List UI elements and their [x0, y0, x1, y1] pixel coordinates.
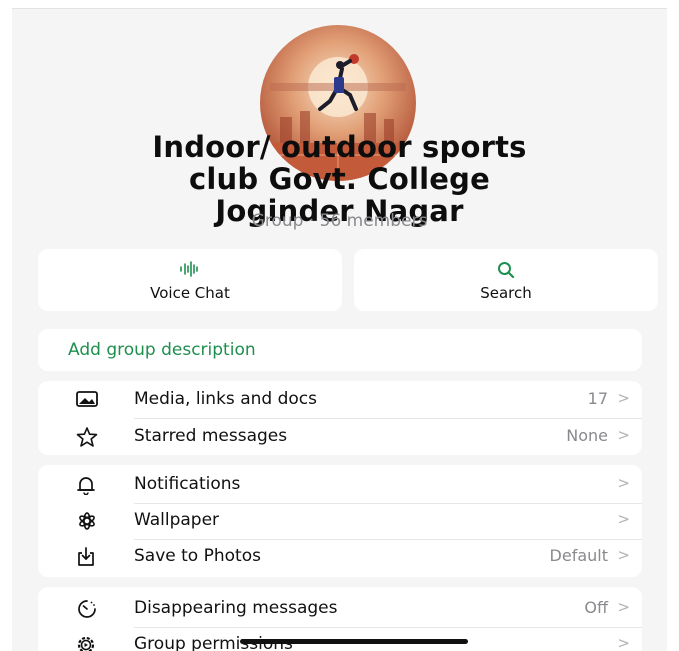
list-item-value: 17 — [587, 389, 608, 408]
chevron-right-icon: > — [617, 634, 630, 651]
voice-chat-label: Voice Chat — [150, 284, 230, 302]
chevron-right-icon: > — [617, 598, 630, 616]
home-indicator[interactable] — [240, 639, 468, 644]
wallpaper-flower-icon — [76, 511, 98, 531]
chevron-right-icon: > — [617, 389, 630, 407]
list-item-label: Save to Photos — [134, 546, 261, 566]
group-title-line: Indoor/ outdoor sports — [152, 130, 527, 164]
star-icon — [76, 427, 98, 447]
media-icon — [76, 390, 98, 410]
voice-chat-button[interactable]: Voice Chat — [38, 249, 342, 311]
timer-icon — [76, 599, 98, 619]
search-button[interactable]: Search — [354, 249, 658, 311]
save-download-icon — [76, 547, 98, 567]
add-description-button[interactable]: Add group description — [38, 329, 642, 371]
list-item-disappearing-messages[interactable]: Disappearing messages Off > — [38, 591, 642, 627]
list-item-starred[interactable]: Starred messages None > — [38, 419, 642, 455]
list-item-value: Off — [584, 598, 608, 617]
chevron-right-icon: > — [617, 426, 630, 444]
chevron-right-icon: > — [617, 510, 630, 528]
list-item-save-to-photos[interactable]: Save to Photos Default > — [38, 539, 642, 575]
list-item-label: Notifications — [134, 474, 241, 494]
list-item-media[interactable]: Media, links and docs 17 > — [38, 382, 642, 418]
bell-icon — [76, 475, 98, 496]
list-item-wallpaper[interactable]: Wallpaper > — [38, 503, 642, 539]
list-item-value: Default — [549, 546, 608, 565]
search-label: Search — [480, 284, 532, 302]
media-section: Media, links and docs 17 > Starred messa… — [38, 381, 642, 455]
voice-wave-icon — [38, 261, 342, 279]
group-info-screen: Indoor/ outdoor sports club Govt. Colleg… — [12, 8, 667, 651]
group-title-line: club Govt. College — [188, 162, 491, 196]
group-subtitle: Group · 56 members — [251, 211, 428, 231]
list-item-notifications[interactable]: Notifications > — [38, 467, 642, 503]
list-item-label: Starred messages — [134, 426, 288, 446]
search-icon — [354, 261, 658, 279]
settings-section: Notifications > Wallpaper > Save to Phot… — [38, 465, 642, 577]
gear-icon — [76, 635, 98, 651]
chevron-right-icon: > — [617, 546, 630, 564]
chevron-right-icon: > — [617, 474, 630, 492]
list-item-label: Disappearing messages — [134, 598, 338, 618]
list-item-label: Wallpaper — [134, 510, 220, 530]
add-description-label: Add group description — [68, 340, 256, 360]
list-item-label: Media, links and docs — [134, 389, 317, 409]
list-item-value: None — [566, 426, 608, 445]
